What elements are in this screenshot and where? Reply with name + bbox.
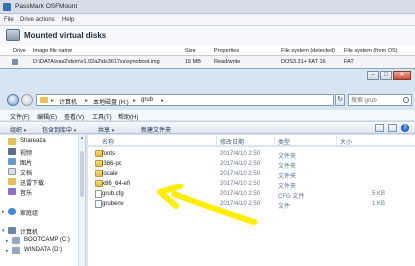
- breadcrumb-chevron-icon: ▸: [161, 98, 165, 104]
- breadcrumb-grub[interactable]: grub: [141, 97, 153, 103]
- osfmount-menu-bar: File Drive actions Help: [0, 15, 415, 26]
- osf-col-drive[interactable]: Drive: [13, 48, 26, 54]
- expand-arrow-icon[interactable]: ▸: [6, 248, 9, 254]
- virtual-disk-icon: [6, 29, 20, 41]
- osf-row-size: 15 MB: [185, 59, 201, 65]
- homegroup-icon: [8, 208, 16, 215]
- command-toolbar: 组织 ▾ 包含到库中 ▾ 共享 ▾ 新建文件夹 ?: [0, 121, 415, 134]
- list-item[interactable]: grubenv 2017/4/10 2:50 文件 1 KB: [88, 199, 415, 210]
- file-icon: [95, 200, 102, 208]
- list-item[interactable]: i386-pc 2017/4/10 2:50 文件夹: [88, 159, 415, 170]
- help-icon[interactable]: ?: [401, 124, 409, 132]
- picture-icon: [8, 158, 16, 165]
- osf-menu-file[interactable]: File: [4, 17, 14, 23]
- folder-icon: [40, 97, 48, 103]
- osf-col-fs-os[interactable]: File system (from OS): [344, 48, 397, 54]
- osf-col-image[interactable]: Image file name: [33, 48, 72, 54]
- document-icon: [8, 168, 16, 175]
- expand-arrow-icon[interactable]: ▸: [2, 209, 5, 215]
- osf-row-fs-os: FAT: [344, 59, 354, 65]
- osf-col-size[interactable]: Size: [185, 48, 196, 54]
- new-folder-button[interactable]: 新建文件夹: [141, 125, 171, 134]
- breadcrumb-chevron-icon: ▸: [133, 98, 137, 104]
- mounted-disks-heading: Mounted virtual disks: [24, 31, 107, 40]
- download-icon: [8, 178, 16, 185]
- breadcrumb-chevron-icon: ▸: [51, 98, 55, 104]
- osf-row-properties: Read/write: [214, 59, 241, 65]
- explorer-window: – □ ✕ ‹ › ▸ 计算机 ▸ 本地磁盘 (H:) ▸ grub ▸ ▾ ↻…: [0, 68, 415, 266]
- column-name[interactable]: 名称: [102, 137, 114, 146]
- osf-col-fs-detected[interactable]: File system (detected): [281, 48, 335, 54]
- osf-disk-row[interactable]: D:\DATA\nas2\dsm\v1.02a2\ds3617xs\synobo…: [0, 57, 415, 67]
- scrollbar-thumb[interactable]: [80, 151, 84, 197]
- list-item[interactable]: x86_64-efi 2017/4/10 2:50 文件夹: [88, 179, 415, 190]
- breadcrumb-chevron-icon: ▸: [85, 98, 89, 104]
- navigation-scrollbar[interactable]: ▴: [78, 135, 85, 266]
- menu-view[interactable]: 查看(V): [64, 112, 84, 121]
- collapse-arrow-icon[interactable]: ▾: [2, 228, 5, 234]
- osf-menu-help[interactable]: Help: [62, 17, 74, 23]
- column-divider[interactable]: [274, 136, 275, 145]
- drive-icon: [12, 247, 20, 254]
- preview-pane-icon[interactable]: [388, 124, 397, 132]
- list-item[interactable]: locale 2017/4/10 2:50 文件夹: [88, 169, 415, 180]
- list-item[interactable]: grub.cfg 2017/4/10 2:50 CFG 文件 5 KB: [88, 189, 415, 200]
- maximize-button[interactable]: □: [380, 71, 392, 80]
- osf-col-properties[interactable]: Properties: [214, 48, 239, 54]
- view-options-icon[interactable]: [375, 124, 384, 132]
- computer-icon: [8, 227, 16, 234]
- menu-edit[interactable]: 编辑(E): [37, 112, 57, 121]
- video-icon: [8, 148, 16, 155]
- breadcrumb-computer[interactable]: 计算机: [59, 97, 77, 106]
- address-bar[interactable]: ▸ 计算机 ▸ 本地磁盘 (H:) ▸ grub ▸ ▾: [36, 94, 360, 106]
- osf-row-fs-detected: DOS3.31+ FAT 16: [281, 59, 326, 65]
- folder-icon: [8, 138, 16, 145]
- expand-arrow-icon[interactable]: ▸: [6, 238, 9, 244]
- column-date[interactable]: 修改日期: [220, 137, 244, 146]
- menu-help[interactable]: 帮助(H): [118, 112, 138, 121]
- window-controls: – □ ✕: [367, 71, 411, 81]
- toolbar-icons: ?: [375, 124, 409, 132]
- breadcrumb-local-disk[interactable]: 本地磁盘 (H:): [93, 97, 129, 106]
- osfmount-header: Mounted virtual disks: [0, 26, 415, 46]
- menu-tools[interactable]: 工具(T): [92, 112, 112, 121]
- forward-button[interactable]: ›: [21, 94, 33, 106]
- refresh-button[interactable]: ↻: [335, 94, 345, 106]
- menu-file[interactable]: 文件(F): [10, 112, 30, 121]
- explorer-menu-bar: 文件(F) 编辑(E) 查看(V) 工具(T) 帮助(H): [0, 110, 415, 121]
- search-icon[interactable]: [403, 97, 409, 103]
- close-button[interactable]: ✕: [393, 71, 411, 80]
- drive-icon: [12, 237, 20, 244]
- disk-icon: [12, 59, 18, 65]
- osf-menu-drive-actions[interactable]: Drive actions: [20, 17, 55, 23]
- minimize-button[interactable]: –: [367, 71, 379, 80]
- column-divider[interactable]: [336, 136, 337, 145]
- include-in-library-button[interactable]: 包含到库中 ▾: [42, 125, 76, 134]
- back-button[interactable]: ‹: [7, 94, 19, 106]
- osfmount-title-bar[interactable]: PassMark OSFMount: [0, 0, 415, 14]
- column-size[interactable]: 大小: [340, 137, 352, 146]
- osf-row-image: D:\DATA\nas2\dsm\v1.02a2\ds3617xs\synobo…: [33, 59, 160, 65]
- column-type[interactable]: 类型: [278, 137, 290, 146]
- file-list: fonts 2017/4/10 2:50 文件夹 i386-pc 2017/4/…: [88, 147, 415, 266]
- search-box[interactable]: [348, 94, 412, 106]
- scroll-up-icon[interactable]: ▴: [79, 135, 85, 142]
- search-input[interactable]: [351, 96, 401, 105]
- organize-button[interactable]: 组织 ▾: [10, 125, 26, 134]
- file-icon: [95, 190, 102, 198]
- list-item[interactable]: fonts 2017/4/10 2:50 文件夹: [88, 149, 415, 160]
- music-icon: [8, 188, 16, 195]
- osfmount-app-icon: [3, 3, 11, 11]
- column-divider[interactable]: [216, 136, 217, 145]
- file-list-header: 名称 修改日期 类型 大小: [88, 135, 415, 146]
- share-button[interactable]: 共享 ▾: [98, 125, 114, 134]
- osfmount-title: PassMark OSFMount: [15, 3, 78, 10]
- osf-column-headers: Drive Image file name Size Properties Fi…: [0, 46, 415, 56]
- navigation-pane: Shareaza 视频 图片 文档 迅雷下载 音乐 ▸ 家庭组 ▾ 计算机 ▸ …: [0, 135, 86, 266]
- address-bar-row: ‹ › ▸ 计算机 ▸ 本地磁盘 (H:) ▸ grub ▸ ▾ ↻: [0, 91, 415, 109]
